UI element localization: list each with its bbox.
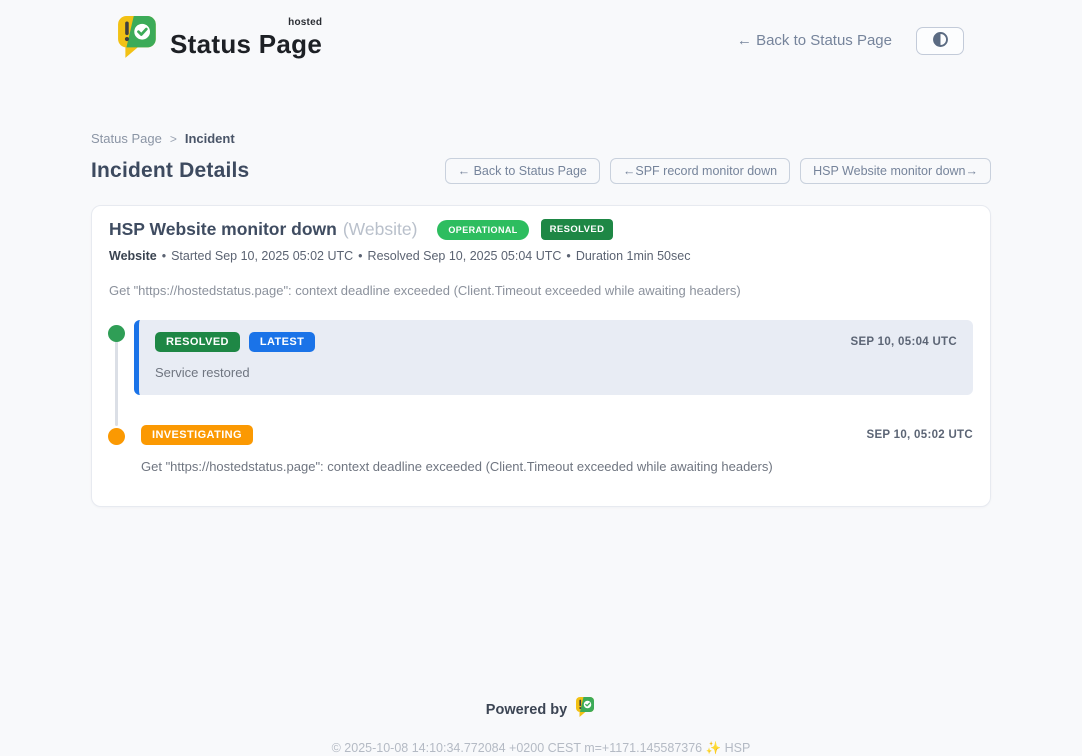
incident-nav-buttons: ← Back to Status Page ←SPF record monito… — [445, 158, 991, 184]
breadcrumb-incident: Incident — [185, 131, 235, 146]
update-message: Get "https://hostedstatus.page": context… — [141, 459, 973, 474]
resolved-badge: RESOLVED — [155, 332, 240, 352]
meta-started: Started Sep 10, 2025 05:02 UTC — [171, 249, 353, 263]
page-footer: Powered by © 2025-10-08 14:10:34.772084 … — [0, 697, 1082, 756]
logo-title: Status Pagehosted — [170, 21, 322, 60]
latest-badge: LATEST — [249, 332, 315, 352]
meta-component: Website — [109, 249, 157, 263]
site-header: Status Pagehosted ← Back to Status Page — [0, 0, 1082, 65]
theme-toggle-button[interactable] — [916, 27, 964, 55]
meta-duration: Duration 1min 50sec — [576, 249, 691, 263]
meta-separator: • — [358, 249, 362, 263]
meta-separator: • — [566, 249, 570, 263]
breadcrumb-status-page[interactable]: Status Page — [91, 131, 162, 146]
operational-status-badge: OPERATIONAL — [437, 220, 528, 240]
update-timestamp: SEP 10, 05:04 UTC — [850, 336, 957, 348]
breadcrumb: Status Page > Incident — [91, 131, 991, 146]
timeline-latest-update-box: RESOLVED LATEST SEP 10, 05:04 UTC Servic… — [134, 320, 973, 395]
incident-timeline: RESOLVED LATEST SEP 10, 05:04 UTC Servic… — [109, 320, 973, 474]
incident-card: HSP Website monitor down (Website) OPERA… — [91, 205, 991, 507]
breadcrumb-separator: > — [170, 132, 177, 146]
copyright-text: © 2025-10-08 14:10:34.772084 +0200 CEST … — [0, 741, 1082, 756]
timeline-entry-investigating: INVESTIGATING SEP 10, 05:02 UTC Get "htt… — [109, 425, 973, 474]
status-page-logo[interactable]: Status Pagehosted — [118, 16, 322, 65]
incident-description: Get "https://hostedstatus.page": context… — [109, 283, 973, 298]
page-title: Incident Details — [91, 159, 249, 183]
status-page-mark-icon — [576, 697, 596, 722]
incident-title: HSP Website monitor down — [109, 219, 337, 240]
next-incident-button[interactable]: HSP Website monitor down→ — [800, 158, 991, 184]
powered-by-link[interactable]: Powered by — [0, 697, 1082, 722]
header-back-to-status-page-link[interactable]: ← Back to Status Page — [737, 32, 892, 49]
update-timestamp: SEP 10, 05:02 UTC — [866, 429, 973, 441]
meta-separator: • — [162, 249, 166, 263]
incident-component: (Website) — [343, 219, 418, 240]
investigating-badge: INVESTIGATING — [141, 425, 253, 445]
meta-resolved: Resolved Sep 10, 2025 05:04 UTC — [368, 249, 562, 263]
resolved-status-badge: RESOLVED — [541, 219, 614, 240]
incident-meta: Website • Started Sep 10, 2025 05:02 UTC… — [109, 249, 973, 263]
timeline-dot-orange — [108, 428, 125, 445]
prev-incident-button[interactable]: ←SPF record monitor down — [610, 158, 790, 184]
update-message: Service restored — [155, 365, 957, 380]
status-page-logo-icon — [118, 16, 160, 65]
back-to-status-page-button[interactable]: ← Back to Status Page — [445, 158, 600, 184]
timeline-entry-resolved: RESOLVED LATEST SEP 10, 05:04 UTC Servic… — [109, 320, 973, 395]
logo-hosted-label: hosted — [288, 17, 322, 28]
timeline-dot-green — [108, 325, 125, 342]
powered-by-label: Powered by — [486, 702, 567, 718]
half-circle-icon — [931, 30, 950, 52]
